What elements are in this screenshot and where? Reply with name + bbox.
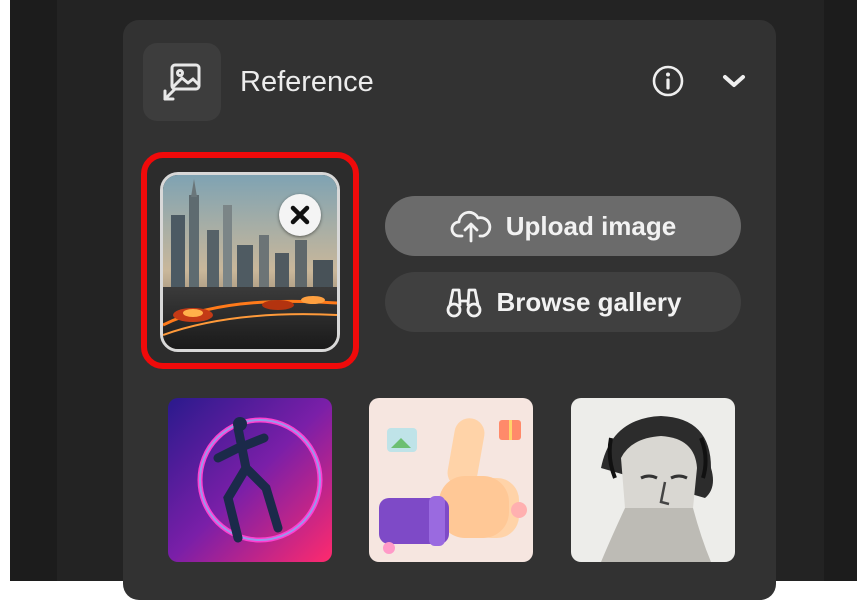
binoculars-icon: [445, 285, 483, 319]
remove-reference-button[interactable]: [279, 194, 321, 236]
sample-image-thumbs-up[interactable]: [369, 398, 533, 562]
sample-image-sketch-portrait[interactable]: [571, 398, 735, 562]
chevron-down-icon: [723, 75, 745, 87]
image-reference-icon: [143, 43, 221, 121]
close-icon: [290, 205, 310, 225]
collapse-button[interactable]: [716, 63, 752, 99]
browse-gallery-label: Browse gallery: [496, 286, 682, 317]
info-button[interactable]: [650, 63, 686, 99]
upload-image-button[interactable]: Upload image: [385, 196, 741, 256]
panel-title: Reference: [240, 66, 374, 98]
sample-image-neon-dancer[interactable]: [168, 398, 332, 562]
info-icon: [652, 65, 684, 97]
upload-image-label: Upload image: [505, 210, 677, 241]
browse-gallery-button[interactable]: Browse gallery: [385, 272, 741, 332]
cloud-upload-icon: [450, 209, 492, 243]
